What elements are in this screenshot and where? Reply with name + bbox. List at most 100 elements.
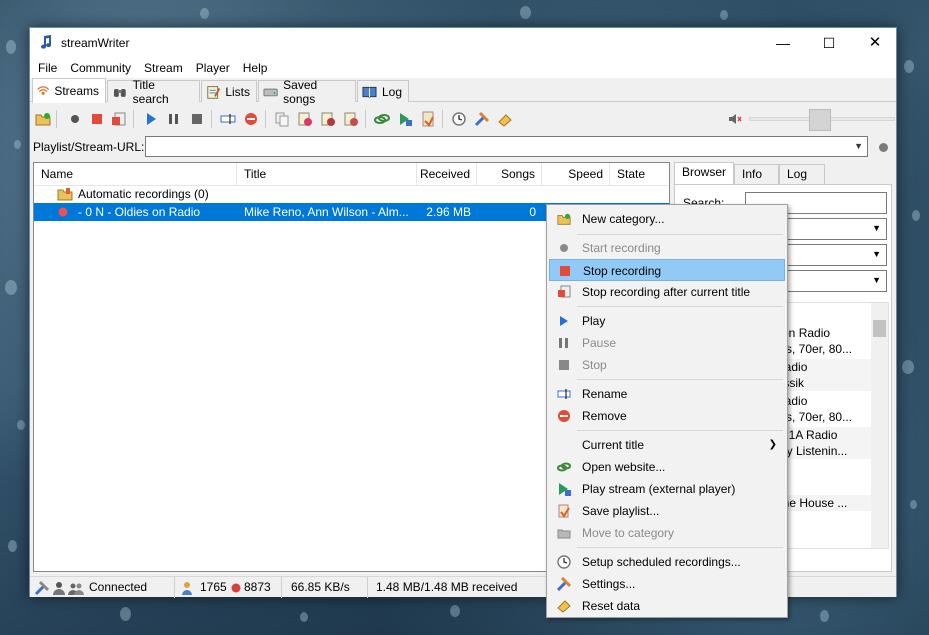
column-title[interactable]: Title [237,163,417,186]
list-remove-icon[interactable] [343,111,359,127]
rename-icon[interactable] [220,111,236,127]
hard-drive-icon [263,88,278,96]
menu-open-website[interactable]: Open website... [549,456,785,478]
menu-community[interactable]: Community [64,58,138,78]
column-received[interactable]: Received [417,163,477,186]
stop-icon[interactable] [189,111,205,127]
open-website-icon[interactable] [374,111,390,127]
menu-bar: File Community Stream Player Help [30,58,896,78]
chevron-right-icon: ❯ [768,439,777,450]
menu-stop-recording[interactable]: Stop recording [549,259,785,281]
menu-player[interactable]: Player [190,58,237,78]
music-note-icon [41,35,52,49]
add-stream-button[interactable] [879,143,888,152]
menu-play-external[interactable]: Play stream (external player) [549,478,785,500]
wishlist-add-icon[interactable] [297,111,313,127]
chevron-down-icon[interactable]: ▼ [872,275,881,285]
menu-setup-scheduled[interactable]: Setup scheduled recordings... [549,551,785,573]
remove-icon[interactable] [243,111,259,127]
chevron-down-icon[interactable]: ▼ [872,249,881,259]
start-recording-icon[interactable] [67,111,83,127]
menu-settings[interactable]: Settings... [549,573,785,595]
column-name[interactable]: Name [34,163,237,186]
book-icon [362,86,377,98]
new-category-icon[interactable] [35,111,51,127]
notepad-icon [207,85,221,99]
menu-new-category[interactable]: New category... [549,208,785,230]
ignore-list-icon[interactable] [320,111,336,127]
toolbar [30,107,896,133]
recording-dot-icon [58,207,68,217]
menu-stop-after-title[interactable]: Stop recording after current title [549,281,785,303]
stream-url-input[interactable]: ▼ [145,136,868,157]
tab-title-search[interactable]: Title search [107,78,200,106]
settings-tools-icon[interactable] [474,111,490,127]
copy-icon[interactable] [274,111,290,127]
url-row: Playlist/Stream-URL: ▼ [30,135,896,159]
status-received: 1.48 MB/1.48 MB received [376,580,518,594]
tab-log[interactable]: Log [357,80,409,102]
scrollbar[interactable] [871,303,888,548]
open-website-icon [557,462,571,472]
stop-icon [559,360,569,370]
play-external-icon[interactable] [397,111,413,127]
reset-eraser-icon [557,600,571,613]
column-state[interactable]: State [610,163,669,186]
folder-icon [57,188,73,201]
reset-eraser-icon[interactable] [497,111,513,127]
rename-icon [557,389,571,399]
stop-recording-icon[interactable] [89,111,105,127]
menu-remove[interactable]: Remove [549,405,785,427]
list-item-category[interactable]: Automatic recordings (0) [34,185,669,203]
tab-right-log[interactable]: Log [779,164,825,185]
tab-saved-songs[interactable]: Saved songs [258,78,356,106]
menu-save-playlist[interactable]: Save playlist... [549,500,785,522]
move-category-icon [557,529,571,539]
pause-icon [559,338,568,348]
broadcast-icon [37,86,50,95]
tab-lists[interactable]: Lists [201,80,257,102]
menu-pause[interactable]: Pause [549,332,785,354]
pause-icon[interactable] [166,111,182,127]
close-button[interactable]: ✕ [852,28,898,58]
menu-stream[interactable]: Stream [138,58,190,78]
tab-info[interactable]: Info [734,164,779,185]
stop-after-title-icon[interactable] [111,111,127,127]
record-icon [560,244,568,252]
maximize-button[interactable]: ☐ [806,28,852,58]
schedule-icon [557,555,571,569]
settings-tools-icon [557,577,571,591]
menu-move-to-category[interactable]: Move to category [549,522,785,544]
stop-after-title-icon [558,285,571,298]
users-icon [68,583,84,595]
menu-current-title[interactable]: Current title ❯ [549,434,785,456]
title-bar: streamWriter — ☐ ✕ [30,28,896,58]
tab-browser[interactable]: Browser [674,162,734,185]
minimize-button[interactable]: — [760,28,806,58]
status-connection: Connected [30,577,175,598]
network-icon [34,580,50,596]
play-icon[interactable] [143,111,159,127]
menu-play[interactable]: Play [549,310,785,332]
volume-control [727,107,897,131]
chevron-down-icon[interactable]: ▼ [854,141,863,151]
menu-rename[interactable]: Rename [549,383,785,405]
menu-reset-data[interactable]: Reset data [549,595,785,617]
volume-slider-thumb[interactable] [809,109,831,131]
main-tabs: Streams Title search Lists Saved songs L… [30,78,896,106]
binoculars-icon [113,88,126,97]
menu-start-recording[interactable]: Start recording [549,237,785,259]
save-playlist-icon [558,504,570,518]
schedule-icon[interactable] [451,111,467,127]
column-songs[interactable]: Songs [477,163,542,186]
speaker-icon[interactable] [727,111,743,127]
menu-help[interactable]: Help [237,58,275,78]
scrollbar-thumb[interactable] [873,320,886,337]
tab-streams[interactable]: Streams [32,78,106,103]
listeners-icon [182,582,192,595]
chevron-down-icon[interactable]: ▼ [872,223,881,233]
menu-stop[interactable]: Stop [549,354,785,376]
save-playlist-icon[interactable] [420,111,436,127]
column-speed[interactable]: Speed [542,163,610,186]
menu-file[interactable]: File [32,58,64,78]
